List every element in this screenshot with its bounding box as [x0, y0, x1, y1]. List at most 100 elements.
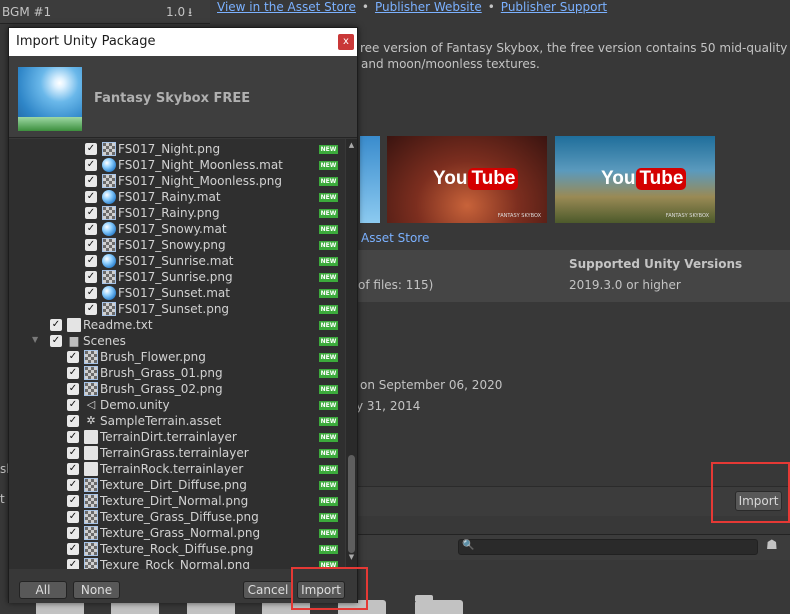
tree-row-label: SampleTerrain.asset — [100, 414, 222, 428]
new-badge: NEW — [319, 337, 338, 346]
tree-row-checkbox[interactable]: ✓ — [67, 351, 79, 363]
texture-file-icon — [84, 478, 98, 492]
tree-row-checkbox[interactable]: ✓ — [85, 191, 97, 203]
tree-row-label: Texture_Grass_Normal.png — [100, 526, 261, 540]
tree-row-checkbox[interactable]: ✓ — [85, 143, 97, 155]
tree-row[interactable]: ✓ TerrainRock.terrainlayer NEW — [9, 461, 345, 477]
tree-row[interactable]: ✓ FS017_Rainy.mat NEW — [9, 189, 345, 205]
package-name: Fantasy Skybox FREE — [94, 91, 251, 106]
package-file-tree: ✓ FS017_Night.png NEW ✓ FS017_Night_Moonless… — [9, 139, 345, 569]
tree-row[interactable]: ✓ FS017_Night_Moonless.mat NEW — [9, 157, 345, 173]
tree-row-checkbox[interactable]: ✓ — [85, 159, 97, 171]
tree-row[interactable]: ✓ FS017_Rainy.png NEW — [9, 205, 345, 221]
tree-row[interactable]: ✓ FS017_Night_Moonless.png NEW — [9, 173, 345, 189]
tree-row-checkbox[interactable]: ✓ — [67, 447, 79, 459]
tree-row[interactable]: ✓ FS017_Sunrise.png NEW — [9, 269, 345, 285]
tree-row[interactable]: ✓ Readme.txt NEW — [9, 317, 345, 333]
asset-file-icon: ✲ — [86, 414, 96, 427]
tree-row[interactable]: ✓ FS017_Sunrise.mat NEW — [9, 253, 345, 269]
tree-row[interactable]: ✓ FS017_Sunset.png NEW — [9, 301, 345, 317]
tree-row-checkbox[interactable]: ✓ — [50, 335, 62, 347]
tree-row[interactable]: ✓ FS017_Sunset.mat NEW — [9, 285, 345, 301]
tree-row[interactable]: ✓ Texture_Grass_Normal.png NEW — [9, 525, 345, 541]
scroll-down-icon[interactable]: ▼ — [346, 553, 357, 561]
tree-row-checkbox[interactable]: ✓ — [67, 399, 79, 411]
tree-row[interactable]: ✓ Brush_Flower.png NEW — [9, 349, 345, 365]
tree-row[interactable]: ✓ FS017_Night.png NEW — [9, 141, 345, 157]
tree-row-checkbox[interactable]: ✓ — [67, 479, 79, 491]
tree-row-checkbox[interactable]: ✓ — [50, 319, 62, 331]
tree-row[interactable]: ✓ ◁ Demo.unity NEW — [9, 397, 345, 413]
texture-file-icon — [84, 382, 98, 396]
expand-arrow-icon[interactable]: ▼ — [32, 335, 38, 344]
tree-scrollbar[interactable]: ▲ ▼ — [346, 139, 357, 569]
search-input[interactable] — [458, 539, 758, 555]
tree-row-checkbox[interactable]: ✓ — [67, 463, 79, 475]
preview-thumbnail[interactable] — [360, 136, 380, 223]
new-badge: NEW — [319, 385, 338, 394]
tree-row[interactable]: ▼ ✓ ▆ Scenes NEW — [9, 333, 345, 349]
asset-header-bar: BGM #1 1.0 ⭳ — [0, 0, 210, 24]
select-none-button[interactable]: None — [73, 581, 120, 599]
tree-row-checkbox[interactable]: ✓ — [67, 559, 79, 569]
link-asset-store[interactable]: View in the Asset Store — [217, 0, 356, 14]
tree-row-label: Texture_Rock_Diffuse.png — [100, 542, 254, 556]
dialog-title: Import Unity Package — [16, 34, 156, 49]
cancel-button[interactable]: Cancel — [243, 581, 293, 599]
tree-row-checkbox[interactable]: ✓ — [67, 367, 79, 379]
tree-row[interactable]: ✓ FS017_Snowy.mat NEW — [9, 221, 345, 237]
new-badge: NEW — [319, 369, 338, 378]
new-badge: NEW — [319, 481, 338, 490]
preview-video-thumbnail[interactable]: You Tube FANTASY SKYBOX — [387, 136, 547, 223]
asset-title: BGM #1 — [2, 5, 52, 19]
tree-row-label: FS017_Sunset.png — [118, 302, 230, 316]
tree-row-checkbox[interactable]: ✓ — [67, 543, 79, 555]
link-publisher-support[interactable]: Publisher Support — [501, 0, 607, 14]
scroll-up-icon[interactable]: ▲ — [346, 141, 357, 149]
tree-row-label: Texture_Dirt_Diffuse.png — [100, 478, 247, 492]
tree-row[interactable]: ✓ Texture_Rock_Diffuse.png NEW — [9, 541, 345, 557]
close-icon[interactable]: x — [338, 34, 354, 50]
tree-row-checkbox[interactable]: ✓ — [67, 383, 79, 395]
document-file-icon — [84, 430, 98, 444]
tree-row-checkbox[interactable]: ✓ — [85, 239, 97, 251]
tree-row-checkbox[interactable]: ✓ — [85, 271, 97, 283]
new-badge: NEW — [319, 193, 338, 202]
tree-row-checkbox[interactable]: ✓ — [67, 527, 79, 539]
tree-row-checkbox[interactable]: ✓ — [67, 415, 79, 427]
tree-row[interactable]: ✓ FS017_Snowy.png NEW — [9, 237, 345, 253]
new-badge: NEW — [319, 273, 338, 282]
tree-row[interactable]: ✓ Brush_Grass_02.png NEW — [9, 381, 345, 397]
new-badge: NEW — [319, 145, 338, 154]
tree-row-label: Readme.txt — [83, 318, 153, 332]
tree-row-checkbox[interactable]: ✓ — [67, 511, 79, 523]
tree-row[interactable]: ✓ Texture_Dirt_Normal.png NEW — [9, 493, 345, 509]
tree-row-label: FS017_Snowy.png — [118, 238, 226, 252]
tree-row[interactable]: ✓ Brush_Grass_01.png NEW — [9, 365, 345, 381]
texture-file-icon — [102, 206, 116, 220]
texture-file-icon — [102, 238, 116, 252]
tree-row-checkbox[interactable]: ✓ — [85, 255, 97, 267]
tree-row-checkbox[interactable]: ✓ — [85, 303, 97, 315]
tree-row-checkbox[interactable]: ✓ — [67, 495, 79, 507]
tree-row-checkbox[interactable]: ✓ — [85, 287, 97, 299]
tree-row-checkbox[interactable]: ✓ — [85, 223, 97, 235]
tree-row-checkbox[interactable]: ✓ — [67, 431, 79, 443]
select-all-button[interactable]: All — [19, 581, 67, 599]
link-separator: • — [361, 0, 369, 14]
tree-row-checkbox[interactable]: ✓ — [85, 207, 97, 219]
tree-row[interactable]: ✓ Texture_Grass_Diffuse.png NEW — [9, 509, 345, 525]
tree-row[interactable]: ✓ TerrainDirt.terrainlayer NEW — [9, 429, 345, 445]
scrollbar-thumb[interactable] — [348, 455, 355, 553]
filter-icon[interactable]: ☗ — [766, 538, 778, 553]
tree-row-checkbox[interactable]: ✓ — [85, 175, 97, 187]
tree-row[interactable]: ✓ TerrainGrass.terrainlayer NEW — [9, 445, 345, 461]
tree-row[interactable]: ✓ ✲ SampleTerrain.asset NEW — [9, 413, 345, 429]
link-publisher-website[interactable]: Publisher Website — [375, 0, 482, 14]
tree-row[interactable]: ✓ Texture_Dirt_Diffuse.png NEW — [9, 477, 345, 493]
link-separator: • — [487, 0, 495, 14]
download-icon[interactable]: ⭳ — [188, 3, 192, 24]
preview-video-thumbnail[interactable]: You Tube FANTASY SKYBOX — [555, 136, 715, 223]
files-info: of files: 115) — [358, 278, 434, 292]
asset-store-link[interactable]: Asset Store — [361, 231, 429, 245]
